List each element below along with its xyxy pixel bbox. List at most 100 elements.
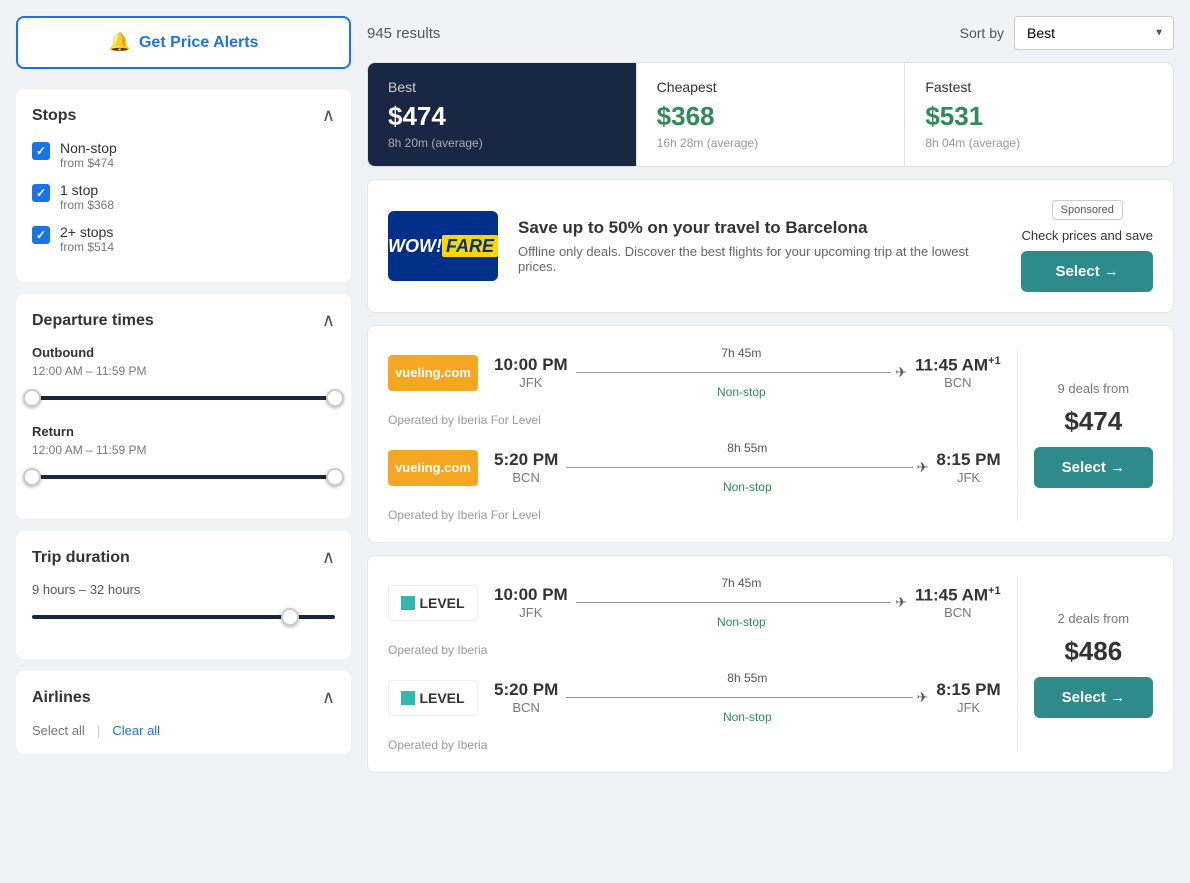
- inbound-departure-time-2: 5:20 PM: [494, 680, 558, 700]
- slider-track: [32, 475, 335, 479]
- level-logo-outbound-2: LEVEL: [388, 585, 478, 621]
- duration-block-inbound-1: 8h 55m ✈ Non-stop: [566, 441, 928, 494]
- select-all-link[interactable]: Select all: [32, 723, 85, 738]
- plane-icon-1: ✈: [895, 364, 907, 381]
- flight-times-inbound-1: 5:20 PM BCN 8h 55m ✈ Non-stop: [494, 441, 1001, 494]
- airline-name-2: LEVEL: [419, 595, 464, 611]
- sponsored-badge: Sponsored: [1052, 200, 1123, 220]
- flight-line-inbound-2: ✈: [566, 689, 928, 706]
- slider-track: [32, 396, 335, 400]
- checkbox-2plus[interactable]: ✓: [32, 226, 50, 244]
- level-square-icon-inbound: [401, 691, 415, 705]
- departure-block-2: 10:00 PM JFK: [494, 585, 568, 620]
- operated-by-inbound-2: Operated by Iberia: [388, 738, 1001, 752]
- departure-chevron[interactable]: ∧: [322, 310, 335, 331]
- inbound-departure-airport-2: BCN: [494, 700, 558, 715]
- departure-block-inbound-1: 5:20 PM BCN: [494, 450, 558, 485]
- outbound-row-1: vueling.com 10:00 PM JFK 7h 45m ✈: [388, 346, 1001, 399]
- nonstop-badge-1: Non-stop: [576, 385, 907, 399]
- duration-block-2: 7h 45m ✈ Non-stop: [576, 576, 907, 629]
- tab-cheapest[interactable]: Cheapest $368 16h 28m (average): [637, 63, 905, 166]
- duration-text-2: 7h 45m: [576, 576, 907, 590]
- stop-item-nonstop[interactable]: ✓ Non-stop from $474: [32, 140, 335, 170]
- departure-airport-1: JFK: [494, 375, 568, 390]
- slider-thumb-right[interactable]: [326, 389, 344, 407]
- departure-time-1: 10:00 PM: [494, 355, 568, 375]
- stops-chevron[interactable]: ∧: [322, 105, 335, 126]
- inbound-departure-time-1: 5:20 PM: [494, 450, 558, 470]
- checkbox-nonstop[interactable]: ✓: [32, 142, 50, 160]
- checkbox-1stop[interactable]: ✓: [32, 184, 50, 202]
- flight-info-2: LEVEL 10:00 PM JFK 7h 45m ✈: [388, 576, 1001, 752]
- ad-action: Sponsored Check prices and save Select →: [1021, 200, 1153, 292]
- inbound-arrival-time-1: 8:15 PM: [936, 450, 1000, 470]
- stop-item-2plus[interactable]: ✓ 2+ stops from $514: [32, 224, 335, 254]
- price-alert-button[interactable]: 🔔 Get Price Alerts: [16, 16, 351, 69]
- tab-cheapest-label: Cheapest: [657, 79, 885, 95]
- level-logo-inbound-2: LEVEL: [388, 680, 478, 716]
- deals-from-2: 2 deals from: [1058, 611, 1130, 626]
- flight-line-inbound-1: ✈: [566, 459, 928, 476]
- trip-duration-slider[interactable]: [32, 607, 335, 627]
- return-label: Return: [32, 424, 335, 439]
- stop-label: 1 stop: [60, 182, 114, 198]
- deal-price-2: $486: [1064, 636, 1122, 667]
- results-header: 945 results Sort by Best Cheapest Fastes…: [367, 16, 1174, 50]
- airline-name-1: vueling.com: [395, 365, 471, 380]
- ad-select-button[interactable]: Select →: [1021, 251, 1153, 292]
- inbound-row-2: LEVEL 5:20 PM BCN 8h 55m ✈: [388, 671, 1001, 724]
- flight-action-1: 9 deals from $474 Select →: [1017, 346, 1153, 522]
- flight-line-1: ✈: [576, 364, 907, 381]
- slider-thumb-left[interactable]: [23, 468, 41, 486]
- flight-card-1: vueling.com 10:00 PM JFK 7h 45m ✈: [367, 325, 1174, 543]
- slider-thumb-right[interactable]: [326, 468, 344, 486]
- flight-times-outbound-2: 10:00 PM JFK 7h 45m ✈ Non-stop: [494, 576, 1001, 629]
- stops-header: Stops ∧: [32, 105, 335, 126]
- departure-header: Departure times ∧: [32, 310, 335, 331]
- departure-times-filter: Departure times ∧ Outbound 12:00 AM – 11…: [16, 294, 351, 519]
- clear-all-link[interactable]: Clear all: [112, 723, 160, 738]
- departure-airport-2: JFK: [494, 605, 568, 620]
- plane-icon-inbound-1: ✈: [917, 459, 929, 476]
- plane-icon-2: ✈: [895, 594, 907, 611]
- airline-name-inbound-2: LEVEL: [419, 690, 464, 706]
- deals-from-1: 9 deals from: [1058, 381, 1130, 396]
- alert-button-label: Get Price Alerts: [139, 34, 258, 52]
- trip-duration-chevron[interactable]: ∧: [322, 547, 335, 568]
- vueling-logo-1: vueling.com: [388, 355, 478, 391]
- airlines-header: Airlines ∧: [32, 687, 335, 708]
- operated-by-outbound-2: Operated by Iberia: [388, 643, 1001, 657]
- slider-thumb-left[interactable]: [23, 389, 41, 407]
- select-button-1[interactable]: Select →: [1034, 447, 1153, 488]
- tab-best[interactable]: Best $474 8h 20m (average): [368, 63, 636, 166]
- trip-duration-filter: Trip duration ∧ 9 hours – 32 hours: [16, 531, 351, 659]
- arrival-airport-2: BCN: [915, 605, 1001, 620]
- outbound-label: Outbound: [32, 345, 335, 360]
- airlines-title: Airlines: [32, 689, 91, 707]
- tab-fastest-label: Fastest: [925, 79, 1153, 95]
- stop-item-1stop[interactable]: ✓ 1 stop from $368: [32, 182, 335, 212]
- wow-fare-logo: WOW!FARE: [388, 236, 498, 257]
- results-count: 945 results: [367, 25, 440, 42]
- sort-label: Sort by: [960, 25, 1004, 41]
- sort-wrapper: Best Cheapest Fastest: [1014, 16, 1174, 50]
- tab-fastest[interactable]: Fastest $531 8h 04m (average): [905, 63, 1173, 166]
- airline-name-inbound-1: vueling.com: [395, 460, 471, 475]
- duration-text-1: 7h 45m: [576, 346, 907, 360]
- departure-block-inbound-2: 5:20 PM BCN: [494, 680, 558, 715]
- operated-by-outbound-1: Operated by Iberia For Level: [388, 413, 1001, 427]
- nonstop-badge-2: Non-stop: [576, 615, 907, 629]
- slider-thumb[interactable]: [281, 608, 299, 626]
- outbound-slider[interactable]: [32, 388, 335, 408]
- inbound-arrival-time-2: 8:15 PM: [936, 680, 1000, 700]
- tab-best-label: Best: [388, 79, 616, 95]
- airlines-chevron[interactable]: ∧: [322, 687, 335, 708]
- arrival-block-inbound-2: 8:15 PM JFK: [936, 680, 1000, 715]
- sort-select[interactable]: Best Cheapest Fastest: [1014, 16, 1174, 50]
- return-slider[interactable]: [32, 467, 335, 487]
- flight-times-inbound-2: 5:20 PM BCN 8h 55m ✈ Non-stop: [494, 671, 1001, 724]
- ad-action-text: Check prices and save: [1021, 228, 1153, 243]
- trip-duration-header: Trip duration ∧: [32, 547, 335, 568]
- select-button-2[interactable]: Select →: [1034, 677, 1153, 718]
- arrival-block-2: 11:45 AM+1 BCN: [915, 585, 1001, 621]
